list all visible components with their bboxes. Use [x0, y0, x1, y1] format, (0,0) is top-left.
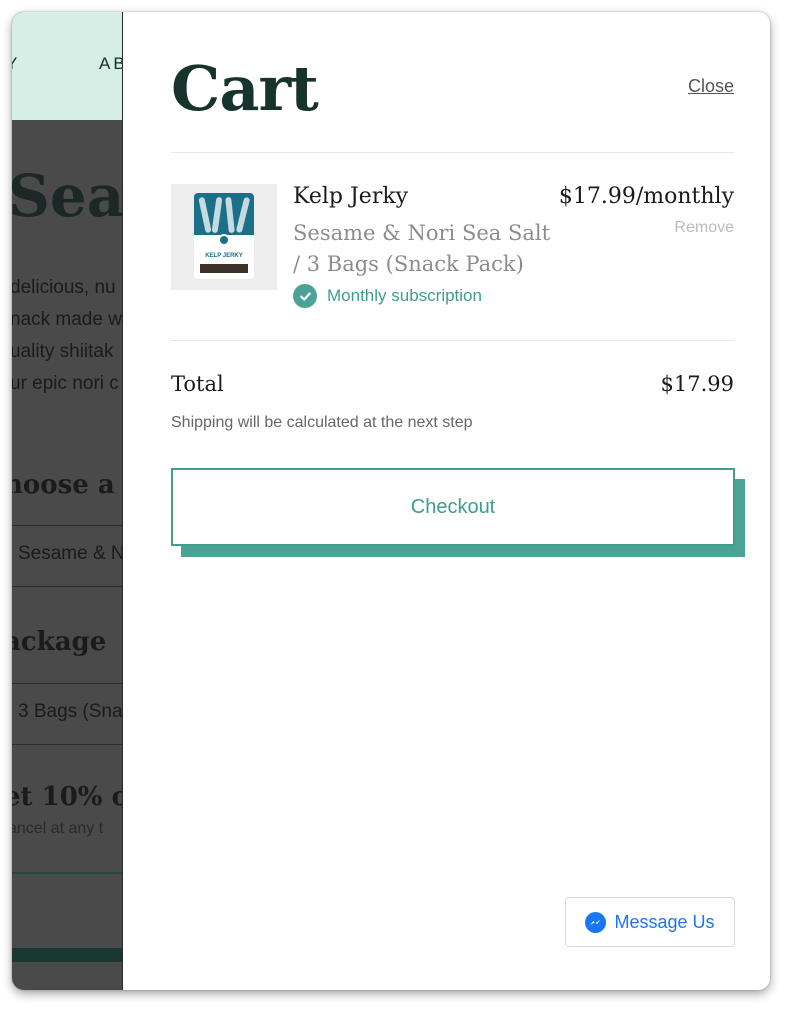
background-nav-fragment: AB — [99, 54, 122, 73]
messenger-icon — [585, 911, 607, 933]
divider — [171, 340, 734, 341]
background-package-option: 3 Bags (Sna — [12, 683, 122, 745]
background-choose-heading: hoose a — [12, 470, 115, 500]
check-circle-icon — [293, 284, 317, 308]
cart-drawer: Cart Close KELP JERKY Kelp Jerky Sesame … — [122, 12, 770, 990]
background-product-title: Sea — [12, 162, 122, 230]
background-nav-bar: Y AB — [12, 12, 122, 120]
total-label: Total — [171, 372, 224, 396]
message-us-label: Message Us — [614, 911, 715, 932]
bag-label: KELP JERKY — [205, 253, 243, 259]
browser-window: Y AB Sea delicious, nu nack made w ualit… — [12, 12, 770, 990]
close-cart-link[interactable]: Close — [688, 76, 734, 97]
bag-kelp-illustration — [194, 193, 254, 235]
background-product-page: Y AB Sea delicious, nu nack made w ualit… — [12, 12, 122, 990]
background-nav-fragment-left: Y — [12, 54, 20, 74]
background-footer-bar — [12, 948, 122, 962]
background-flavor-option: Sesame & N — [12, 525, 122, 587]
item-price: $17.99/monthly — [558, 184, 734, 209]
background-description-line: uality shiitak — [12, 341, 114, 362]
background-package-label: 3 Bags (Sna — [18, 701, 122, 722]
background-cancel-text: ancel at any t — [12, 820, 104, 837]
subscription-indicator: Monthly subscription — [293, 284, 482, 308]
divider — [171, 152, 734, 153]
bag-window — [200, 264, 248, 273]
cart-title: Cart — [171, 52, 319, 125]
subscription-label: Monthly subscription — [327, 286, 482, 305]
background-description-line: nack made w — [12, 309, 122, 330]
checkout-button[interactable]: Checkout — [171, 468, 735, 546]
background-flavor-label: Sesame & N — [18, 543, 122, 564]
background-offer-heading: et 10% of — [12, 782, 122, 812]
message-us-button[interactable]: Message Us — [565, 897, 735, 947]
shipping-note: Shipping will be calculated at the next … — [171, 414, 473, 431]
background-description-line: ur epic nori c — [12, 373, 119, 394]
remove-item-link[interactable]: Remove — [674, 219, 734, 237]
total-value: $17.99 — [660, 372, 734, 396]
background-description-line: delicious, nu — [12, 277, 116, 298]
item-variant: Sesame & Nori Sea Salt / 3 Bags (Snack P… — [293, 221, 551, 276]
checkout-label: Checkout — [410, 495, 496, 518]
bag-logo-badge — [218, 234, 230, 246]
item-name: Kelp Jerky — [293, 184, 409, 209]
background-divider — [12, 872, 122, 874]
background-package-heading: ackage — [12, 627, 107, 657]
product-bag-image: KELP JERKY — [194, 193, 254, 279]
product-thumbnail: KELP JERKY — [171, 184, 277, 290]
